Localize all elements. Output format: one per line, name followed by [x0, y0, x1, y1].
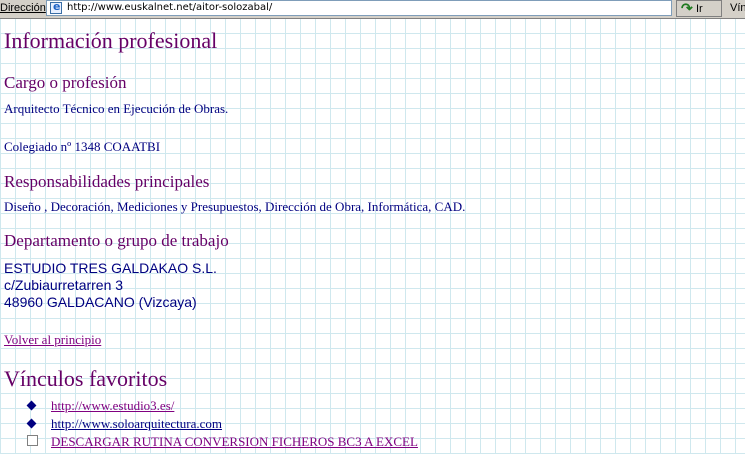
favorite-link-descargar[interactable]: DESCARGAR RUTINA CONVERSION FICHEROS BC3…	[51, 434, 418, 450]
address-input[interactable]: http://www.euskalnet.net/aitor-solozabal…	[46, 0, 719, 16]
diamond-bullet-icon	[26, 400, 37, 411]
company-name: ESTUDIO TRES GALDAKAO S.L.	[4, 260, 217, 276]
favorite-link-estudio3[interactable]: http://www.estudio3.es/	[51, 398, 174, 414]
cargo-heading: Cargo o profesión	[4, 73, 127, 92]
favorites-heading: Vínculos favoritos	[4, 366, 168, 391]
links-toolbar-label[interactable]: Vín	[730, 2, 745, 14]
company-street: c/Zubiaurretarren 3	[4, 277, 124, 293]
diamond-bullet-icon	[26, 418, 37, 429]
cargo-text: Arquitecto Técnico en Ejecución de Obras…	[4, 101, 229, 116]
checkbox-bullet-icon	[27, 435, 38, 446]
address-url[interactable]: http://www.euskalnet.net/aitor-solozabal…	[67, 2, 272, 13]
page-icon	[50, 0, 62, 14]
company-address: ESTUDIO TRES GALDAKAO S.L. c/Zubiaurreta…	[4, 260, 217, 311]
responsabilidades-heading: Responsabilidades principales	[4, 172, 210, 191]
favorite-link-soloarquitectura[interactable]: http://www.soloarquitectura.com	[51, 416, 222, 432]
back-to-top-link[interactable]: Volver al principio	[4, 332, 101, 347]
address-bar: Dirección http://www.euskalnet.net/aitor…	[0, 0, 745, 19]
go-button[interactable]: ↷ Ir	[676, 0, 722, 17]
address-label: Dirección	[0, 2, 46, 14]
go-arrow-icon: ↷	[681, 0, 693, 16]
go-label: Ir	[696, 3, 703, 15]
departamento-heading: Departamento o grupo de trabajo	[4, 231, 229, 250]
page-title: Información profesional	[4, 28, 218, 53]
responsabilidades-text: Diseño , Decoración, Mediciones y Presup…	[4, 199, 466, 214]
company-city: 48960 GALDACANO (Vizcaya)	[4, 294, 197, 310]
back-link-wrapper: Volver al principio	[4, 332, 101, 348]
colegiado-text: Colegiado nº 1348 COAATBI	[4, 139, 161, 154]
page-content: Información profesional Cargo o profesió…	[0, 18, 745, 454]
